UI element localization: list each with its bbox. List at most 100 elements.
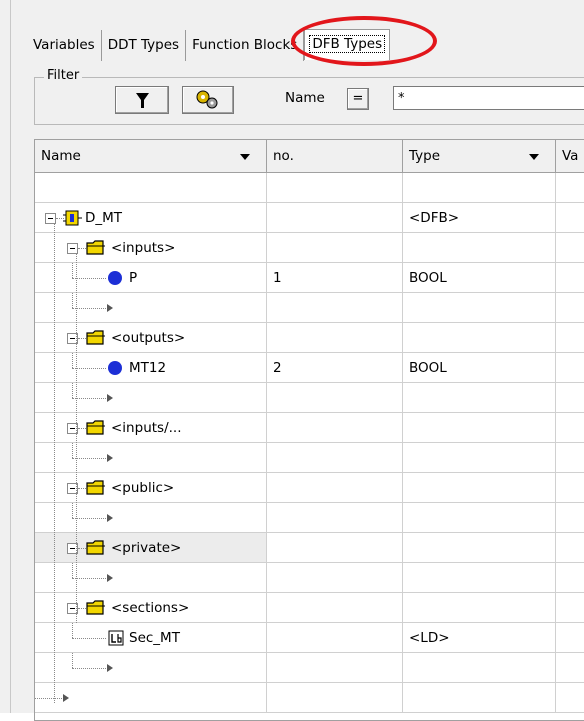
cell-name[interactable]: Sec_MT <box>35 623 267 653</box>
cell-no[interactable] <box>267 443 403 473</box>
cell-no[interactable] <box>267 323 403 353</box>
add-item-arrow-icon[interactable] <box>107 574 113 582</box>
table-row[interactable] <box>35 383 584 413</box>
tree-item-label[interactable]: D_MT <box>85 203 122 232</box>
cell-no[interactable] <box>267 503 403 533</box>
cell-value[interactable] <box>556 473 584 503</box>
cell-type[interactable]: <DFB> <box>403 203 556 233</box>
cell-type[interactable] <box>403 563 556 593</box>
add-item-arrow-icon[interactable] <box>107 304 113 312</box>
add-item-arrow-icon[interactable] <box>107 454 113 462</box>
table-row[interactable]: D_MT <DFB> <box>35 203 584 233</box>
cell-name[interactable] <box>35 383 267 413</box>
cell-type[interactable] <box>403 593 556 623</box>
filter-operator-button[interactable]: = <box>347 88 369 110</box>
tab-variables[interactable]: Variables <box>28 30 102 61</box>
column-header-type[interactable]: Type <box>403 140 556 173</box>
cell-no[interactable] <box>267 563 403 593</box>
tab-ddt-types[interactable]: DDT Types <box>102 30 187 61</box>
cell-name[interactable]: <sections> <box>35 593 267 623</box>
cell-value[interactable] <box>556 653 584 683</box>
add-item-arrow-icon[interactable] <box>107 514 113 522</box>
cell-no[interactable] <box>267 653 403 683</box>
cell-name[interactable] <box>35 293 267 323</box>
cell-type[interactable] <box>403 473 556 503</box>
column-header-value[interactable]: Va <box>556 140 584 173</box>
table-row[interactable]: <inputs> <box>35 233 584 263</box>
table-row[interactable] <box>35 683 584 713</box>
cell-type[interactable] <box>403 683 556 713</box>
cell-no[interactable] <box>267 413 403 443</box>
cell-no[interactable] <box>267 593 403 623</box>
table-row[interactable] <box>35 443 584 473</box>
cell-name[interactable]: D_MT <box>35 203 267 233</box>
cell-type[interactable]: BOOL <box>403 263 556 293</box>
table-row[interactable]: Sec_MT <LD> <box>35 623 584 653</box>
cell-value[interactable] <box>556 533 584 563</box>
tree-item-label[interactable]: MT12 <box>129 353 166 382</box>
table-row[interactable] <box>35 503 584 533</box>
cell-no[interactable] <box>267 173 403 203</box>
add-item-arrow-icon[interactable] <box>107 664 113 672</box>
cell-no[interactable] <box>267 623 403 653</box>
cell-value[interactable] <box>556 503 584 533</box>
cell-no[interactable] <box>267 233 403 263</box>
filter-apply-button[interactable] <box>115 86 169 114</box>
add-item-arrow-icon[interactable] <box>63 694 69 702</box>
cell-name[interactable] <box>35 443 267 473</box>
cell-value[interactable] <box>556 563 584 593</box>
cell-value[interactable] <box>556 413 584 443</box>
cell-value[interactable] <box>556 293 584 323</box>
add-item-arrow-icon[interactable] <box>107 394 113 402</box>
table-row[interactable] <box>35 293 584 323</box>
cell-no[interactable] <box>267 203 403 233</box>
cell-no[interactable] <box>267 683 403 713</box>
cell-type[interactable] <box>403 533 556 563</box>
table-row[interactable]: <public> <box>35 473 584 503</box>
cell-name[interactable]: <inputs> <box>35 233 267 263</box>
tab-function-blocks[interactable]: Function Blocks <box>186 30 305 61</box>
cell-name[interactable]: P <box>35 263 267 293</box>
filter-settings-button[interactable] <box>182 86 234 114</box>
cell-name[interactable]: <outputs> <box>35 323 267 353</box>
cell-no[interactable] <box>267 533 403 563</box>
tree-item-label[interactable]: Sec_MT <box>129 623 180 652</box>
cell-name[interactable] <box>35 653 267 683</box>
table-row[interactable] <box>35 653 584 683</box>
table-row[interactable]: <private> <box>35 533 584 563</box>
cell-type[interactable] <box>403 383 556 413</box>
cell-name[interactable] <box>35 563 267 593</box>
table-row[interactable] <box>35 563 584 593</box>
cell-type[interactable]: BOOL <box>403 353 556 383</box>
cell-type[interactable] <box>403 323 556 353</box>
table-row[interactable]: <outputs> <box>35 323 584 353</box>
tab-dfb-types[interactable]: DFB Types <box>291 16 438 66</box>
tree-item-label[interactable]: <public> <box>111 473 174 502</box>
table-row[interactable]: P 1 BOOL <box>35 263 584 293</box>
cell-name[interactable]: <inputs/... <box>35 413 267 443</box>
column-header-no[interactable]: no. <box>267 140 403 173</box>
cell-type[interactable] <box>403 413 556 443</box>
cell-name[interactable]: <private> <box>35 533 267 563</box>
cell-name[interactable]: <public> <box>35 473 267 503</box>
tree-item-label[interactable]: <inputs> <box>111 233 175 262</box>
cell-no[interactable] <box>267 473 403 503</box>
table-row[interactable]: <sections> <box>35 593 584 623</box>
cell-type[interactable] <box>403 503 556 533</box>
table-row[interactable]: MT12 2 BOOL <box>35 353 584 383</box>
cell-value[interactable] <box>556 353 584 383</box>
tree-item-label[interactable]: <inputs/... <box>111 413 182 442</box>
cell-value[interactable] <box>556 203 584 233</box>
tree-item-label[interactable]: <sections> <box>111 593 189 622</box>
table-row[interactable] <box>35 173 584 203</box>
cell-no[interactable]: 1 <box>267 263 403 293</box>
column-header-name[interactable]: Name <box>35 140 267 173</box>
cell-value[interactable] <box>556 263 584 293</box>
cell-type[interactable] <box>403 443 556 473</box>
tree-item-label[interactable]: <private> <box>111 533 181 562</box>
cell-type[interactable]: <LD> <box>403 623 556 653</box>
table-row[interactable]: <inputs/... <box>35 413 584 443</box>
type-dropdown-icon[interactable] <box>529 154 539 160</box>
cell-name[interactable] <box>35 173 267 203</box>
cell-value[interactable] <box>556 683 584 713</box>
